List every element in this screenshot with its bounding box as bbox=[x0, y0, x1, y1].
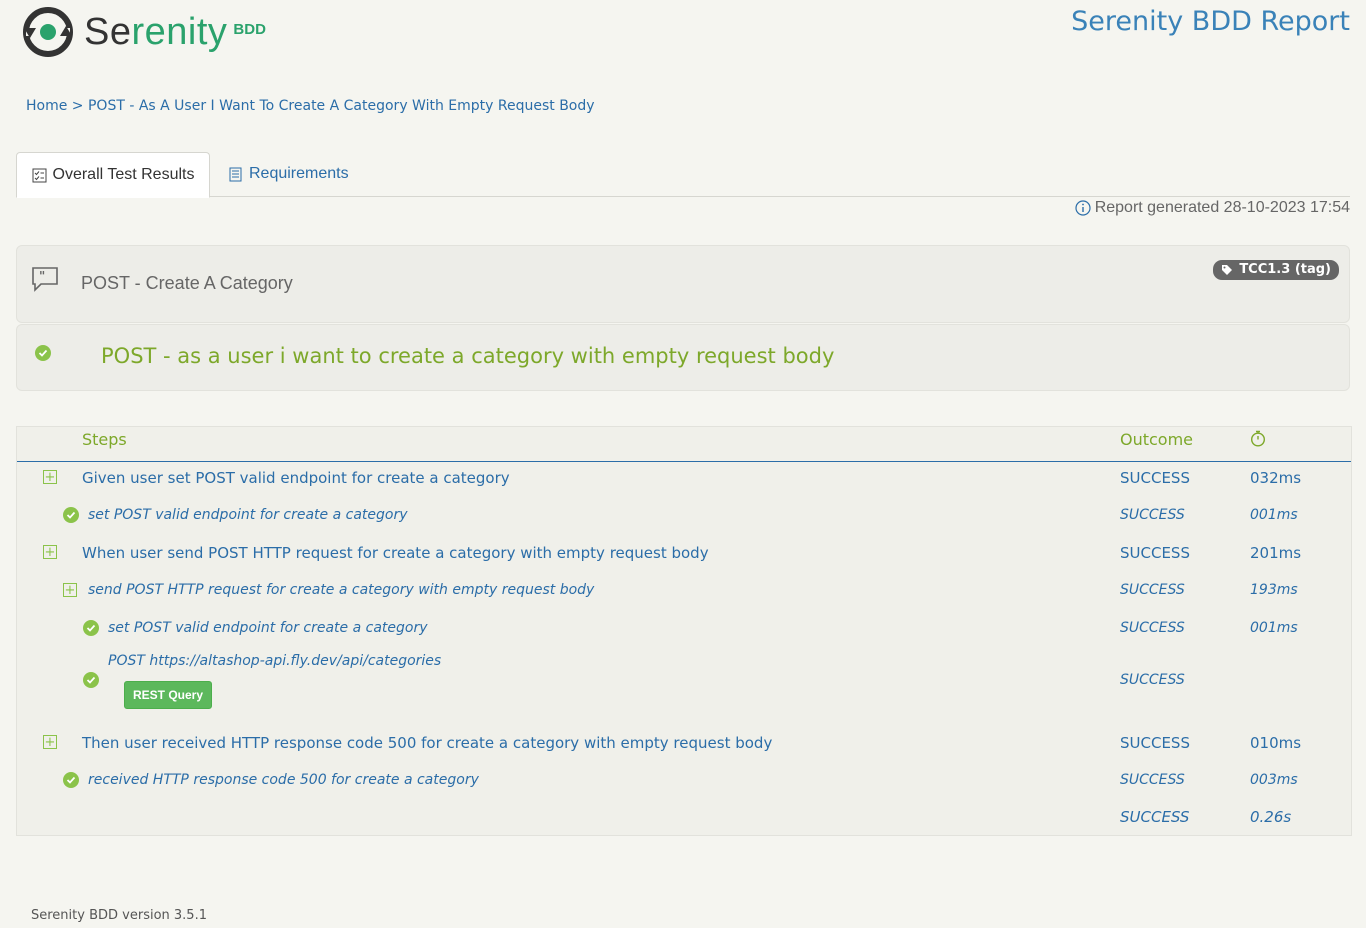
step-row: + Given user set POST valid endpoint for… bbox=[17, 461, 1351, 499]
step-outcome: SUCCESS bbox=[1120, 582, 1185, 598]
report-title: Serenity BDD Report bbox=[1071, 6, 1350, 37]
success-check-icon bbox=[83, 620, 99, 636]
scenario-title: POST - as a user i want to create a cate… bbox=[101, 344, 835, 368]
info-icon bbox=[1075, 200, 1091, 216]
breadcrumb-home-link[interactable]: Home bbox=[26, 98, 67, 114]
step-row: + Then user received HTTP response code … bbox=[17, 727, 1351, 765]
step-row: received HTTP response code 500 for crea… bbox=[17, 765, 1351, 803]
footer-version: Serenity BDD version 3.5.1 bbox=[31, 908, 207, 923]
scenario-panel: POST - as a user i want to create a cate… bbox=[16, 324, 1350, 391]
step-duration: 003ms bbox=[1250, 772, 1298, 788]
step-row: POST https://altashop-api.fly.dev/api/ca… bbox=[17, 651, 1351, 731]
serenity-logo-icon bbox=[23, 7, 73, 57]
step-row: set POST valid endpoint for create a cat… bbox=[17, 499, 1351, 537]
total-outcome: SUCCESS bbox=[1120, 808, 1190, 826]
success-check-icon bbox=[63, 507, 79, 523]
step-duration: 001ms bbox=[1250, 507, 1298, 523]
brand-name: Serenity bbox=[84, 11, 227, 54]
report-generated-text: Report generated 28-10-2023 17:54 bbox=[1094, 199, 1350, 216]
success-check-icon bbox=[83, 672, 99, 688]
feature-panel: " POST - Create A Category TCC1.3 (tag) bbox=[16, 245, 1350, 323]
step-description: send POST HTTP request for create a cate… bbox=[88, 582, 595, 598]
step-description: Given user set POST valid endpoint for c… bbox=[82, 469, 510, 487]
comment-quote-icon: " bbox=[32, 267, 58, 292]
step-outcome: SUCCESS bbox=[1120, 469, 1190, 487]
brand-name-prefix: Se bbox=[84, 10, 132, 53]
tag-label: TCC1.3 (tag) bbox=[1239, 262, 1331, 277]
step-description: Then user received HTTP response code 50… bbox=[82, 734, 773, 752]
step-outcome: SUCCESS bbox=[1120, 772, 1185, 788]
step-duration: 193ms bbox=[1250, 582, 1298, 598]
step-outcome: SUCCESS bbox=[1120, 544, 1190, 562]
success-check-icon bbox=[35, 345, 51, 361]
breadcrumb-separator: > bbox=[71, 98, 84, 114]
serenity-logo[interactable]: Serenity BDD bbox=[22, 6, 266, 58]
expand-step-button[interactable]: + bbox=[43, 545, 57, 559]
step-duration: 032ms bbox=[1250, 469, 1302, 487]
tab-bar: Overall Test Results Requirements bbox=[16, 152, 1350, 198]
rest-request-url: POST https://altashop-api.fly.dev/api/ca… bbox=[108, 653, 442, 669]
document-icon bbox=[229, 167, 242, 181]
feature-title: POST - Create A Category bbox=[81, 273, 293, 293]
breadcrumb-current: POST - As A User I Want To Create A Cate… bbox=[87, 98, 595, 114]
expand-step-button[interactable]: + bbox=[43, 470, 57, 484]
step-description: set POST valid endpoint for create a cat… bbox=[88, 507, 408, 523]
step-outcome: SUCCESS bbox=[1120, 672, 1185, 688]
steps-table: Steps Outcome + Given user set POST vali… bbox=[16, 426, 1352, 836]
success-check-icon bbox=[63, 772, 79, 788]
tab-requirements[interactable]: Requirements bbox=[228, 152, 349, 196]
svg-text:": " bbox=[39, 269, 45, 283]
step-duration: 201ms bbox=[1250, 544, 1302, 562]
step-description: set POST valid endpoint for create a cat… bbox=[108, 620, 428, 636]
tag-icon bbox=[1222, 264, 1233, 275]
step-row: + When user send POST HTTP request for c… bbox=[17, 537, 1351, 575]
breadcrumb: Home > POST - As A User I Want To Create… bbox=[26, 98, 595, 114]
step-row: + send POST HTTP request for create a ca… bbox=[17, 575, 1351, 613]
brand-suffix: BDD bbox=[233, 20, 266, 38]
step-outcome: SUCCESS bbox=[1120, 507, 1185, 523]
step-duration: 001ms bbox=[1250, 620, 1298, 636]
stopwatch-icon bbox=[1250, 430, 1266, 447]
steps-column-header: Steps bbox=[82, 430, 127, 449]
step-outcome: SUCCESS bbox=[1120, 734, 1190, 752]
outcome-column-header: Outcome bbox=[1120, 430, 1194, 449]
tab-requirements-label: Requirements bbox=[249, 165, 349, 182]
expand-step-button[interactable]: + bbox=[43, 735, 57, 749]
brand-name-rest: renity bbox=[131, 10, 228, 53]
expand-step-button[interactable]: + bbox=[63, 583, 77, 597]
checklist-icon bbox=[32, 168, 46, 182]
step-description: When user send POST HTTP request for cre… bbox=[82, 544, 709, 562]
step-duration: 010ms bbox=[1250, 734, 1302, 752]
report-generated-info: Report generated 28-10-2023 17:54 bbox=[1075, 199, 1350, 217]
tab-overall-label: Overall Test Results bbox=[52, 166, 195, 183]
tag-badge[interactable]: TCC1.3 (tag) bbox=[1213, 260, 1339, 280]
total-duration: 0.26s bbox=[1250, 808, 1292, 826]
step-row: set POST valid endpoint for create a cat… bbox=[17, 613, 1351, 651]
total-row: SUCCESS 0.26s bbox=[17, 801, 1351, 835]
tab-overall-test-results[interactable]: Overall Test Results bbox=[16, 152, 210, 198]
steps-table-header: Steps Outcome bbox=[17, 427, 1351, 462]
step-outcome: SUCCESS bbox=[1120, 620, 1185, 636]
rest-query-button[interactable]: REST Query bbox=[124, 681, 212, 709]
step-description: received HTTP response code 500 for crea… bbox=[88, 772, 479, 788]
